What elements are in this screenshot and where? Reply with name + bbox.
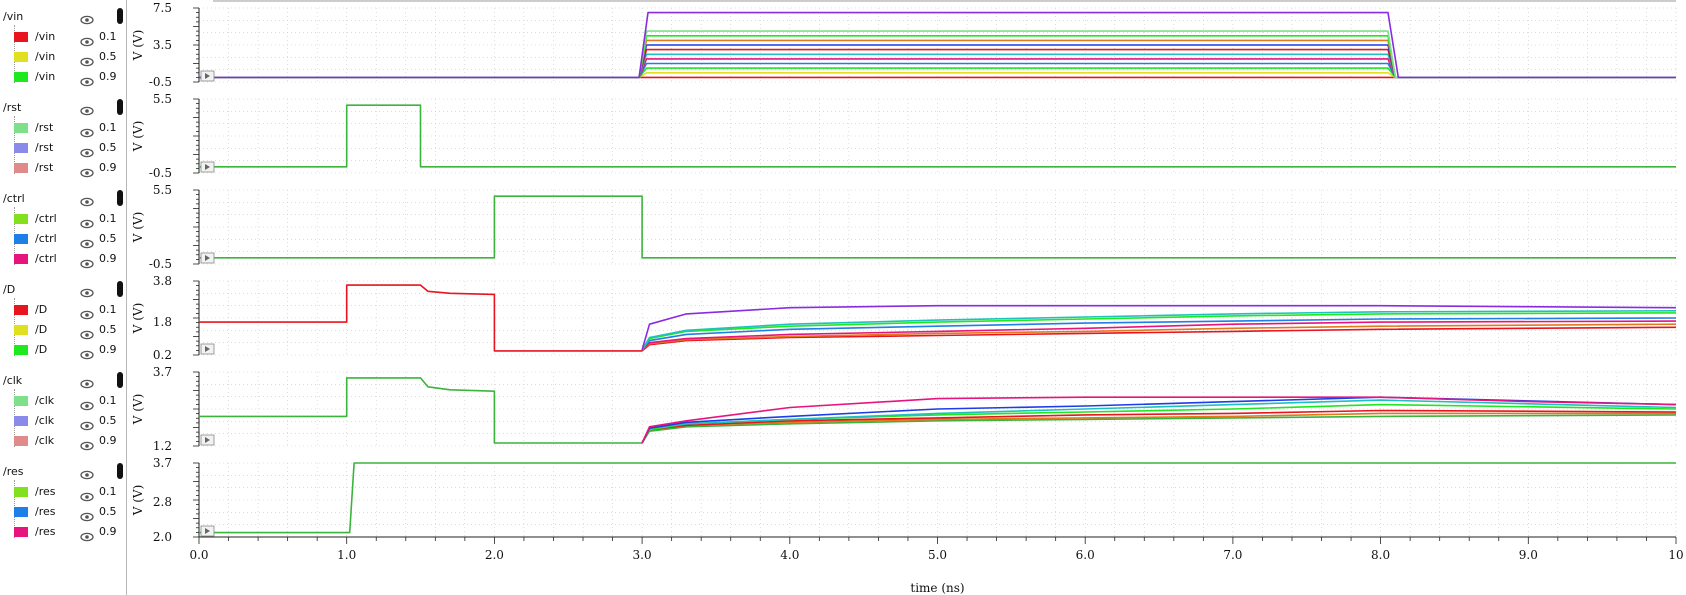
y-tick-label: 5.5 [153, 92, 172, 106]
y-tick-label: 3.7 [153, 365, 172, 379]
y-tick-label: 3.7 [153, 456, 172, 470]
y-tick-label: 2.8 [153, 495, 172, 509]
series-line[interactable] [641, 412, 1676, 444]
x-tick-label: 10 [1668, 548, 1683, 562]
y-tick-label: -0.5 [149, 257, 172, 271]
y-tick-label: 3.5 [153, 38, 172, 52]
series-line[interactable] [199, 62, 1676, 79]
panel-rst[interactable]: 5.5 -0.5 V (V) [131, 92, 1677, 180]
panel-expand-button[interactable] [200, 252, 215, 264]
panel-res[interactable]: 3.7 2.8 2.0 V (V) [131, 456, 1677, 544]
y-axis-label: V (V) [131, 303, 145, 335]
y-tick-label: -0.5 [149, 75, 172, 89]
x-axis: 0.0 1.0 2.0 3.0 4.0 5.0 6.0 7.0 8.0 9.0 10 time (ns… [189, 536, 1684, 595]
panel-expand-button[interactable] [200, 343, 215, 355]
y-axis-label: V (V) [131, 212, 145, 244]
panel-D[interactable]: 3.8 1.8 0.2 V (V) [131, 274, 1677, 362]
x-axis-label: time (ns) [910, 581, 964, 595]
y-tick-label: 7.5 [153, 1, 172, 15]
x-tick-label: 3.0 [633, 548, 652, 562]
y-tick-label: 2.0 [153, 530, 172, 544]
x-tick-label: 8.0 [1371, 548, 1390, 562]
y-axis-label: V (V) [131, 121, 145, 153]
y-axis-label: V (V) [131, 30, 145, 62]
panel-vin[interactable]: 7.5 3.5 -0.5 V (V) [131, 1, 1677, 89]
panel-clk[interactable]: 3.7 1.2 V (V) [131, 365, 1677, 453]
y-tick-label: 0.2 [153, 348, 172, 362]
y-tick-label: 1.8 [153, 315, 172, 329]
y-tick-label: -0.5 [149, 166, 172, 180]
panel-expand-button[interactable] [200, 434, 215, 446]
panel-expand-button[interactable] [200, 161, 215, 173]
y-tick-label: 5.5 [153, 183, 172, 197]
y-tick-label: 1.2 [153, 439, 172, 453]
x-tick-label: 4.0 [780, 548, 799, 562]
x-tick-label: 5.0 [928, 548, 947, 562]
series-line[interactable] [199, 462, 1676, 534]
x-tick-label: 1.0 [337, 548, 356, 562]
panel-expand-button[interactable] [200, 70, 215, 82]
x-tick-label: 0.0 [189, 548, 208, 562]
panel-expand-button[interactable] [200, 525, 215, 537]
x-tick-label: 9.0 [1519, 548, 1538, 562]
x-tick-label: 2.0 [485, 548, 504, 562]
y-axis-label: V (V) [131, 394, 145, 426]
x-tick-label: 6.0 [1076, 548, 1095, 562]
series-line[interactable] [199, 53, 1676, 79]
y-axis-label: V (V) [131, 485, 145, 517]
x-tick-label: 7.0 [1223, 548, 1242, 562]
panel-ctrl[interactable]: 5.5 -0.5 V (V) [131, 183, 1677, 271]
waveform-plot[interactable]: 7.53.5-0.5V (V)5.5-0.5V (V)5.5-0.5V (V)3… [0, 0, 1686, 595]
y-tick-label: 3.8 [153, 274, 172, 288]
